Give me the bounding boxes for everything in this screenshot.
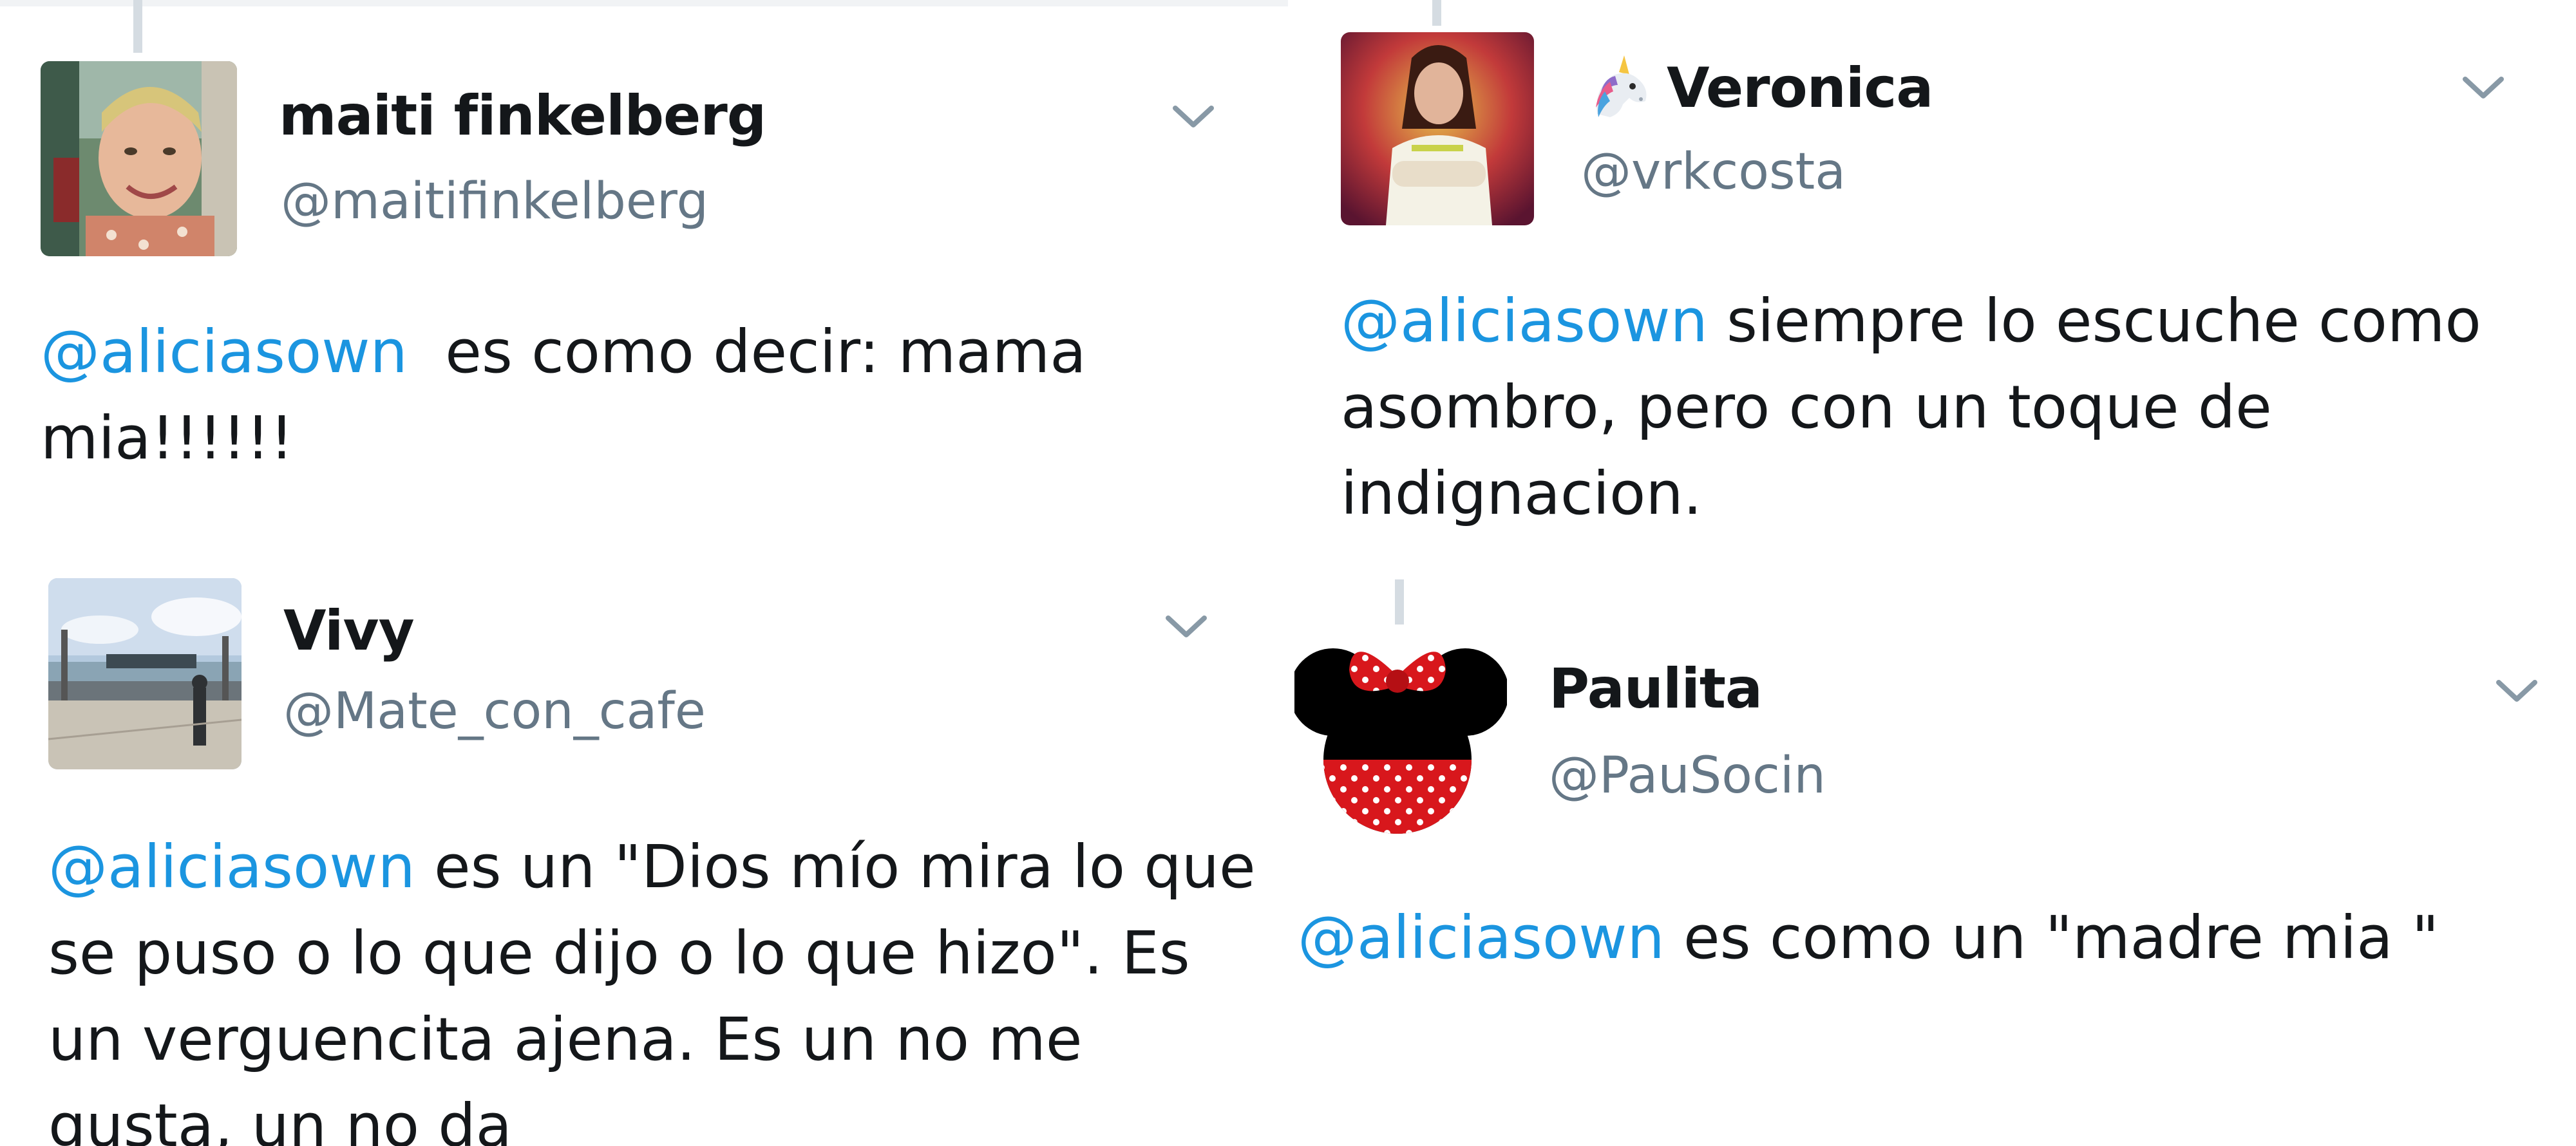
display-name-row: Vivy	[283, 599, 415, 663]
mention-link[interactable]: @aliciasown	[48, 832, 415, 901]
display-name[interactable]: Paulita	[1549, 657, 1763, 721]
tweet-collage: maiti finkelberg @maitifinkelberg @alici…	[0, 0, 2576, 1146]
display-name-row: Paulita	[1549, 657, 1763, 721]
user-handle[interactable]: @vrkcosta	[1581, 143, 1846, 201]
tweet-text: @aliciasown es un "Dios mío mira lo que …	[48, 824, 1259, 1146]
avatar[interactable]	[1341, 32, 1534, 225]
tweet-card[interactable]: maiti finkelberg @maitifinkelberg @alici…	[0, 0, 1288, 567]
chevron-down-icon[interactable]	[1160, 606, 1212, 645]
chevron-down-icon[interactable]	[1168, 97, 1219, 135]
avatar[interactable]	[48, 578, 242, 769]
avatar[interactable]	[41, 61, 237, 256]
mention-link[interactable]: @aliciasown	[41, 317, 408, 386]
avatar[interactable]	[1294, 631, 1507, 837]
display-name[interactable]: Veronica	[1667, 56, 1933, 120]
display-name-row: Veronica	[1584, 53, 1933, 124]
display-name-row: maiti finkelberg	[279, 84, 766, 148]
mention-link[interactable]: @aliciasown	[1341, 286, 1708, 355]
tweet-text: @aliciasown es como decir: mama mia!!!!!…	[41, 309, 1251, 482]
chevron-down-icon[interactable]	[2458, 68, 2509, 106]
tweet-card[interactable]: Veronica @vrkcosta @aliciasown siempre l…	[1288, 0, 2576, 567]
unicorn-emoji-icon	[1584, 53, 1655, 124]
tweet-card[interactable]: Vivy @Mate_con_cafe @aliciasown es un "D…	[0, 567, 1288, 1146]
user-handle[interactable]: @maitifinkelberg	[281, 173, 708, 230]
tweet-card[interactable]: Paulita @PauSocin @aliciasown es como un…	[1288, 567, 2576, 1146]
tweet-body: es como un "madre mia "	[1664, 903, 2439, 972]
display-name[interactable]: maiti finkelberg	[279, 84, 766, 148]
user-handle[interactable]: @Mate_con_cafe	[283, 682, 706, 740]
tweet-text: @aliciasown es como un "madre mia "	[1298, 895, 2560, 981]
tweet-text: @aliciasown siempre lo escuche como asom…	[1341, 278, 2552, 537]
chevron-down-icon[interactable]	[2491, 671, 2543, 709]
user-handle[interactable]: @PauSocin	[1549, 747, 1826, 805]
display-name[interactable]: Vivy	[283, 599, 415, 663]
mention-link[interactable]: @aliciasown	[1298, 903, 1665, 972]
